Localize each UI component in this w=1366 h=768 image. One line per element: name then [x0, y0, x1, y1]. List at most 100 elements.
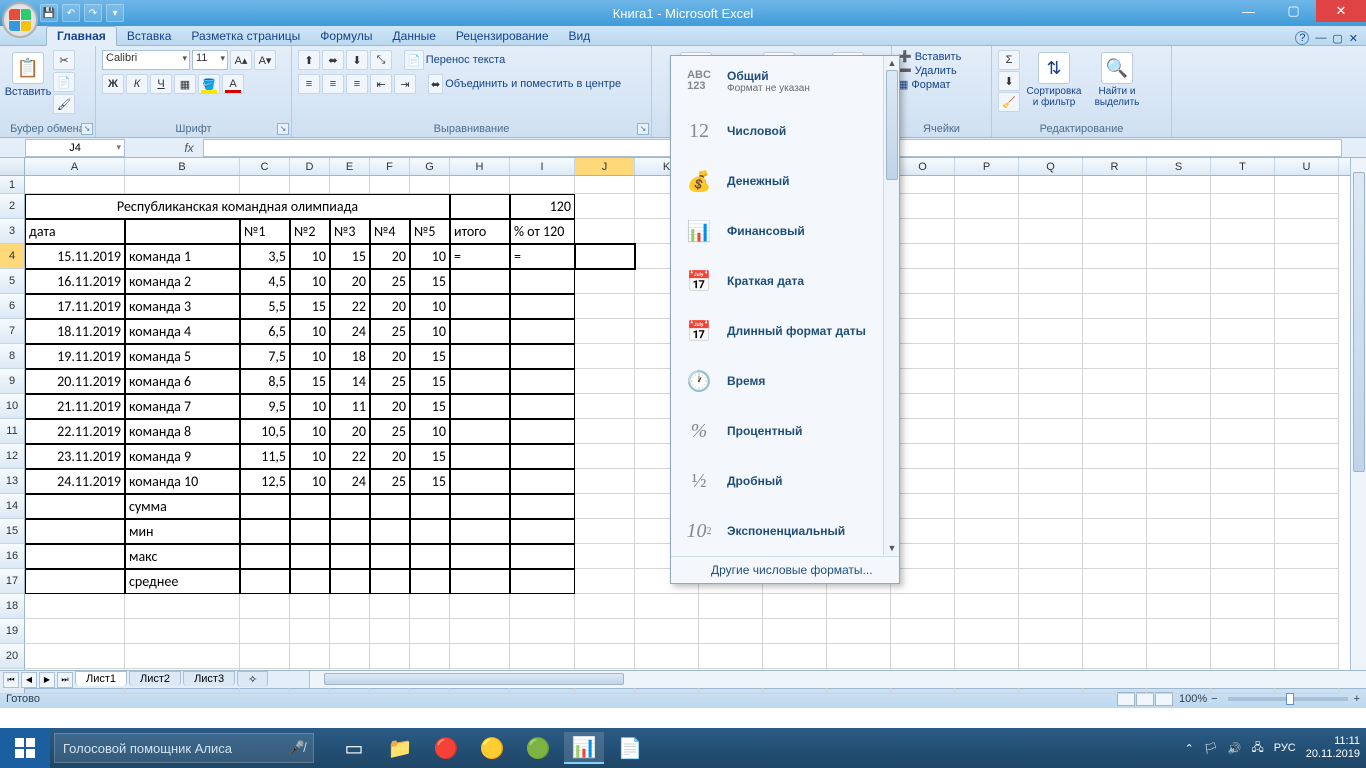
cell[interactable]: [1147, 644, 1211, 669]
team-cell[interactable]: команда 9: [125, 444, 240, 469]
insert-cells-icon[interactable]: ➕: [898, 50, 912, 63]
format-number[interactable]: 12 Числовой: [671, 106, 899, 156]
autosum-icon[interactable]: Σ: [998, 50, 1020, 70]
date-cell[interactable]: 23.11.2019: [25, 444, 125, 469]
cell[interactable]: [1019, 369, 1083, 394]
n5-cell[interactable]: 10: [410, 319, 450, 344]
n4-cell[interactable]: 20: [370, 244, 410, 269]
cell[interactable]: [25, 544, 125, 569]
date-cell[interactable]: 20.11.2019: [25, 369, 125, 394]
itogo-cell[interactable]: [450, 444, 510, 469]
header-cell[interactable]: дата: [25, 219, 125, 244]
bold-icon[interactable]: Ж: [102, 74, 124, 94]
cell[interactable]: [1083, 619, 1147, 644]
word-task-icon[interactable]: 📄: [610, 732, 650, 764]
team-cell[interactable]: команда 3: [125, 294, 240, 319]
cell[interactable]: [1211, 219, 1275, 244]
cell[interactable]: [575, 544, 635, 569]
cell[interactable]: [1275, 369, 1339, 394]
n3-cell[interactable]: 20: [330, 419, 370, 444]
col-header-B[interactable]: B: [125, 158, 240, 175]
team-cell[interactable]: команда 5: [125, 344, 240, 369]
tab-nav-prev[interactable]: ◀: [21, 672, 37, 688]
cell[interactable]: [1275, 544, 1339, 569]
cell[interactable]: [450, 519, 510, 544]
undo-icon[interactable]: ↶: [62, 4, 80, 22]
cell[interactable]: [1019, 269, 1083, 294]
row-header-5[interactable]: 5: [0, 269, 25, 294]
itogo-cell[interactable]: [450, 294, 510, 319]
cell[interactable]: [1147, 594, 1211, 619]
pct-cell[interactable]: [510, 394, 575, 419]
cell[interactable]: [125, 594, 240, 619]
cell[interactable]: [1019, 344, 1083, 369]
n4-cell[interactable]: 20: [370, 344, 410, 369]
cell[interactable]: [410, 176, 450, 194]
cell[interactable]: [510, 519, 575, 544]
col-header-O[interactable]: O: [891, 158, 955, 175]
itogo-cell[interactable]: [450, 369, 510, 394]
tab-data[interactable]: Данные: [383, 27, 446, 45]
cell[interactable]: [240, 176, 290, 194]
header-cell[interactable]: №4: [370, 219, 410, 244]
n5-cell[interactable]: 10: [410, 294, 450, 319]
cell[interactable]: [891, 444, 955, 469]
cell[interactable]: [450, 176, 510, 194]
row-header-6[interactable]: 6: [0, 294, 25, 319]
date-cell[interactable]: 18.11.2019: [25, 319, 125, 344]
n2-cell[interactable]: 10: [290, 444, 330, 469]
pct-cell[interactable]: [510, 319, 575, 344]
tab-nav-next[interactable]: ▶: [39, 672, 55, 688]
cell-j[interactable]: [575, 319, 635, 344]
cell[interactable]: [1147, 244, 1211, 269]
cell[interactable]: [450, 619, 510, 644]
cell[interactable]: [330, 594, 370, 619]
cell[interactable]: [25, 619, 125, 644]
fill-color-icon[interactable]: 🪣: [198, 74, 220, 94]
delete-cells-icon[interactable]: ➖: [898, 64, 912, 77]
cell[interactable]: [1083, 569, 1147, 594]
cell[interactable]: [763, 644, 827, 669]
n4-cell[interactable]: 20: [370, 294, 410, 319]
cell[interactable]: [510, 644, 575, 669]
n5-cell[interactable]: 15: [410, 469, 450, 494]
row-header-20[interactable]: 20: [0, 644, 25, 669]
team-cell[interactable]: команда 7: [125, 394, 240, 419]
n2-cell[interactable]: 10: [290, 469, 330, 494]
cell[interactable]: [1083, 269, 1147, 294]
decrease-indent-icon[interactable]: ⇤: [370, 74, 392, 94]
pct-cell[interactable]: [510, 419, 575, 444]
hscroll-thumb[interactable]: [324, 673, 624, 685]
cell[interactable]: [1211, 344, 1275, 369]
tab-formulas[interactable]: Формулы: [310, 27, 382, 45]
header-cell[interactable]: % от 120: [510, 219, 575, 244]
col-header-D[interactable]: D: [290, 158, 330, 175]
cell[interactable]: [1275, 194, 1339, 219]
increase-indent-icon[interactable]: ⇥: [394, 74, 416, 94]
col-header-T[interactable]: T: [1211, 158, 1275, 175]
col-header-Q[interactable]: Q: [1019, 158, 1083, 175]
minimize-button[interactable]: —: [1226, 0, 1271, 22]
n5-cell[interactable]: 15: [410, 444, 450, 469]
active-cell-j4[interactable]: [575, 244, 635, 269]
sheet-tab-1[interactable]: Лист1: [75, 671, 127, 686]
row-header-4[interactable]: 4: [0, 244, 25, 269]
date-cell[interactable]: 19.11.2019: [25, 344, 125, 369]
format-long-date[interactable]: 📅 Длинный формат даты: [671, 306, 899, 356]
cell[interactable]: [891, 519, 955, 544]
cell[interactable]: [1211, 444, 1275, 469]
pct-cell[interactable]: [510, 344, 575, 369]
cell[interactable]: [1083, 519, 1147, 544]
cell[interactable]: [1211, 619, 1275, 644]
wrap-text-button[interactable]: 📄: [404, 50, 424, 70]
cell[interactable]: [450, 594, 510, 619]
underline-icon[interactable]: Ч: [150, 74, 172, 94]
scroll-thumb[interactable]: [886, 70, 898, 180]
sheet-tab-2[interactable]: Лист2: [129, 671, 181, 686]
n1-cell[interactable]: 12,5: [240, 469, 290, 494]
cell[interactable]: [575, 619, 635, 644]
help-icon[interactable]: ?: [1295, 31, 1309, 45]
n1-cell[interactable]: 11,5: [240, 444, 290, 469]
cell[interactable]: [1211, 394, 1275, 419]
format-percent[interactable]: % Процентный: [671, 406, 899, 456]
